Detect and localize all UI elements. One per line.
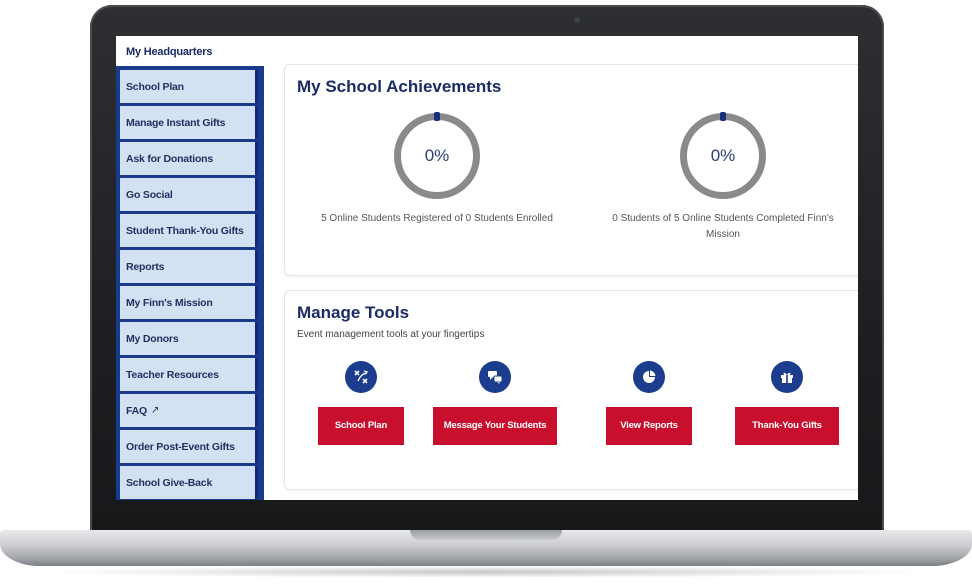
- sidebar-item-order-post-event-gifts[interactable]: Order Post-Event Gifts: [120, 430, 258, 463]
- camera: [574, 17, 580, 23]
- sidebar-item-label: Manage Instant Gifts: [126, 116, 226, 129]
- progress-percent: 0%: [424, 146, 450, 165]
- sidebar-item-my-finns-mission[interactable]: My Finn's Mission: [120, 286, 258, 319]
- sidebar-header[interactable]: My Headquarters: [116, 36, 264, 66]
- sidebar-item-teacher-resources[interactable]: Teacher Resources: [120, 358, 258, 391]
- progress-percent: 0%: [710, 146, 736, 165]
- sidebar-item-label: FAQ: [126, 404, 147, 417]
- chat-bubbles-icon[interactable]: [479, 361, 511, 393]
- sidebar-item-school-plan[interactable]: School Plan: [120, 70, 258, 103]
- sidebar-item-label: Ask for Donations: [126, 152, 214, 165]
- thank-you-gifts-button[interactable]: Thank-You Gifts: [735, 407, 839, 445]
- sidebar-item-go-social[interactable]: Go Social: [120, 178, 258, 211]
- tool-thank-you-gifts: Thank-You Gifts: [725, 361, 849, 445]
- sidebar-list: School Plan Manage Instant Gifts Ask for…: [120, 70, 258, 500]
- strategy-icon[interactable]: [345, 361, 377, 393]
- sidebar-item-label: My Finn's Mission: [126, 296, 213, 309]
- screen: My Headquarters School Plan Manage Insta…: [116, 36, 858, 500]
- tool-school-plan: School Plan: [299, 361, 423, 445]
- message-students-button[interactable]: Message Your Students: [433, 407, 557, 445]
- sidebar-item-label: Go Social: [126, 188, 173, 201]
- tools-panel: Manage Tools Event management tools at y…: [284, 290, 858, 490]
- progress-ring: 0%: [394, 112, 480, 199]
- sidebar-item-label: School Plan: [126, 80, 184, 93]
- laptop-shadow: [40, 566, 932, 578]
- progress-ring: 0%: [680, 112, 766, 199]
- tool-message-students: Message Your Students: [433, 361, 557, 445]
- view-reports-button[interactable]: View Reports: [606, 407, 692, 445]
- sidebar-item-ask-for-donations[interactable]: Ask for Donations: [120, 142, 258, 175]
- registration-stat: 0% 5 Online Students Registered of 0 Stu…: [317, 112, 557, 227]
- stat-label: 0 Students of 5 Online Students Complete…: [612, 213, 834, 240]
- sidebar-item-student-thank-you-gifts[interactable]: Student Thank-You Gifts: [120, 214, 258, 247]
- tools-title: Manage Tools: [297, 303, 410, 322]
- sidebar-item-school-give-back[interactable]: School Give-Back: [120, 466, 258, 499]
- gift-icon[interactable]: [771, 361, 803, 393]
- achievements-title: My School Achievements: [297, 77, 502, 96]
- tool-view-reports: View Reports: [587, 361, 711, 445]
- school-plan-button[interactable]: School Plan: [318, 407, 404, 445]
- pie-chart-icon[interactable]: [633, 361, 665, 393]
- mission-stat: 0% 0 Students of 5 Online Students Compl…: [603, 112, 843, 243]
- tools-subtitle: Event management tools at your fingertip…: [297, 329, 485, 340]
- sidebar-item-label: Order Post-Event Gifts: [126, 440, 235, 453]
- sidebar-item-label: Reports: [126, 260, 165, 273]
- sidebar-item-label: Teacher Resources: [126, 368, 219, 381]
- sidebar-item-my-donors[interactable]: My Donors: [120, 322, 258, 355]
- sidebar-item-label: My Donors: [126, 332, 179, 345]
- stat-label: 5 Online Students Registered of 0 Studen…: [321, 213, 553, 224]
- sidebar-item-manage-instant-gifts[interactable]: Manage Instant Gifts: [120, 106, 258, 139]
- laptop-notch: [410, 530, 562, 540]
- external-link-icon: ↗: [151, 404, 160, 416]
- sidebar-item-label: School Give-Back: [126, 476, 213, 489]
- achievements-panel: My School Achievements 0% 5 Online Stude…: [284, 64, 858, 276]
- sidebar: My Headquarters School Plan Manage Insta…: [116, 36, 264, 500]
- sidebar-item-faq[interactable]: FAQ ↗: [120, 394, 258, 427]
- sidebar-item-label: Student Thank-You Gifts: [126, 224, 244, 237]
- sidebar-item-reports[interactable]: Reports: [120, 250, 258, 283]
